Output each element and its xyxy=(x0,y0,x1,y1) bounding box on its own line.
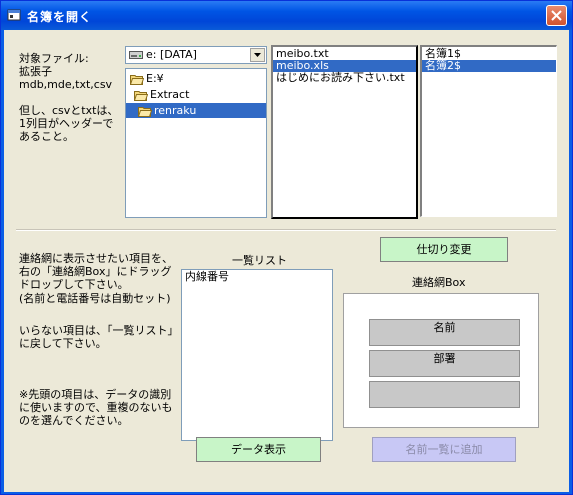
contact-slot-department[interactable]: 部署 xyxy=(369,350,520,377)
instruction-text-4: ※先頭の項目は、データの識別に使いますので、重複のないものを選んでください。 xyxy=(19,388,173,427)
folder-list[interactable]: E:¥ Extract renraku xyxy=(125,68,267,218)
instruction-text-1: 連絡網に表示させたい項目を、右の「連絡網Box」にドラッグドロップして下さい。 xyxy=(19,252,173,291)
close-button[interactable] xyxy=(546,5,567,26)
file-list[interactable]: meibo.txt meibo.xls はじめにお読み下さい.txt xyxy=(271,45,418,219)
folder-item-root[interactable]: E:¥ xyxy=(126,71,266,87)
drive-selected-value: e: [DATA] xyxy=(146,48,197,61)
file-type-label: 対象ファイル: 拡張子 mdb,mde,txt,csv 但し、csvとtxtは、… xyxy=(19,52,119,143)
close-icon xyxy=(551,10,562,21)
folder-item-renraku[interactable]: renraku xyxy=(126,103,266,118)
sheet-item[interactable]: 名簿2$ xyxy=(422,60,556,72)
window-title: 名簿を開く xyxy=(27,10,93,24)
list-label: 一覧リスト xyxy=(232,254,287,267)
contact-slot-empty[interactable] xyxy=(369,381,520,408)
delimiter-change-button[interactable]: 仕切り変更 xyxy=(380,237,508,262)
show-data-button[interactable]: データ表示 xyxy=(196,437,321,462)
folder-item-extract[interactable]: Extract xyxy=(126,87,266,103)
dialog-client: 対象ファイル: 拡張子 mdb,mde,txt,csv 但し、csvとtxtは、… xyxy=(4,30,569,492)
instruction-text-2: (名前と電話番号は自動セット) xyxy=(19,292,171,305)
contact-box[interactable]: 名前 部署 xyxy=(343,293,539,428)
field-list[interactable]: 内線番号 xyxy=(181,269,333,441)
chevron-down-icon xyxy=(254,53,261,57)
form-icon xyxy=(7,8,21,22)
drive-select[interactable]: e: [DATA] xyxy=(125,46,267,64)
folder-label-extract: Extract xyxy=(150,88,190,101)
drive-dropdown-button[interactable] xyxy=(250,48,265,62)
folder-open-icon xyxy=(134,91,148,101)
add-to-name-list-button[interactable]: 名前一覧に追加 xyxy=(372,437,516,462)
sheet-list[interactable]: 名簿1$ 名簿2$ xyxy=(420,45,557,217)
folder-label-renraku: renraku xyxy=(154,104,197,117)
dialog-window: 名簿を開く 対象ファイル: 拡張子 mdb,mde,txt,csv 但し、csv… xyxy=(0,0,573,495)
field-list-item[interactable]: 内線番号 xyxy=(182,271,332,283)
folder-open-icon xyxy=(138,107,152,117)
section-divider xyxy=(16,229,556,231)
contact-slot-name[interactable]: 名前 xyxy=(369,319,520,346)
file-item[interactable]: はじめにお読み下さい.txt xyxy=(273,72,416,84)
drive-icon xyxy=(129,50,143,63)
instruction-text-3: いらない項目は、「一覧リスト」に戻して下さい。 xyxy=(19,324,179,350)
folder-open-icon xyxy=(130,75,144,85)
folder-label-root: E:¥ xyxy=(146,72,164,85)
contact-box-label: 連絡網Box xyxy=(412,276,466,289)
title-bar[interactable]: 名簿を開く xyxy=(1,1,572,30)
